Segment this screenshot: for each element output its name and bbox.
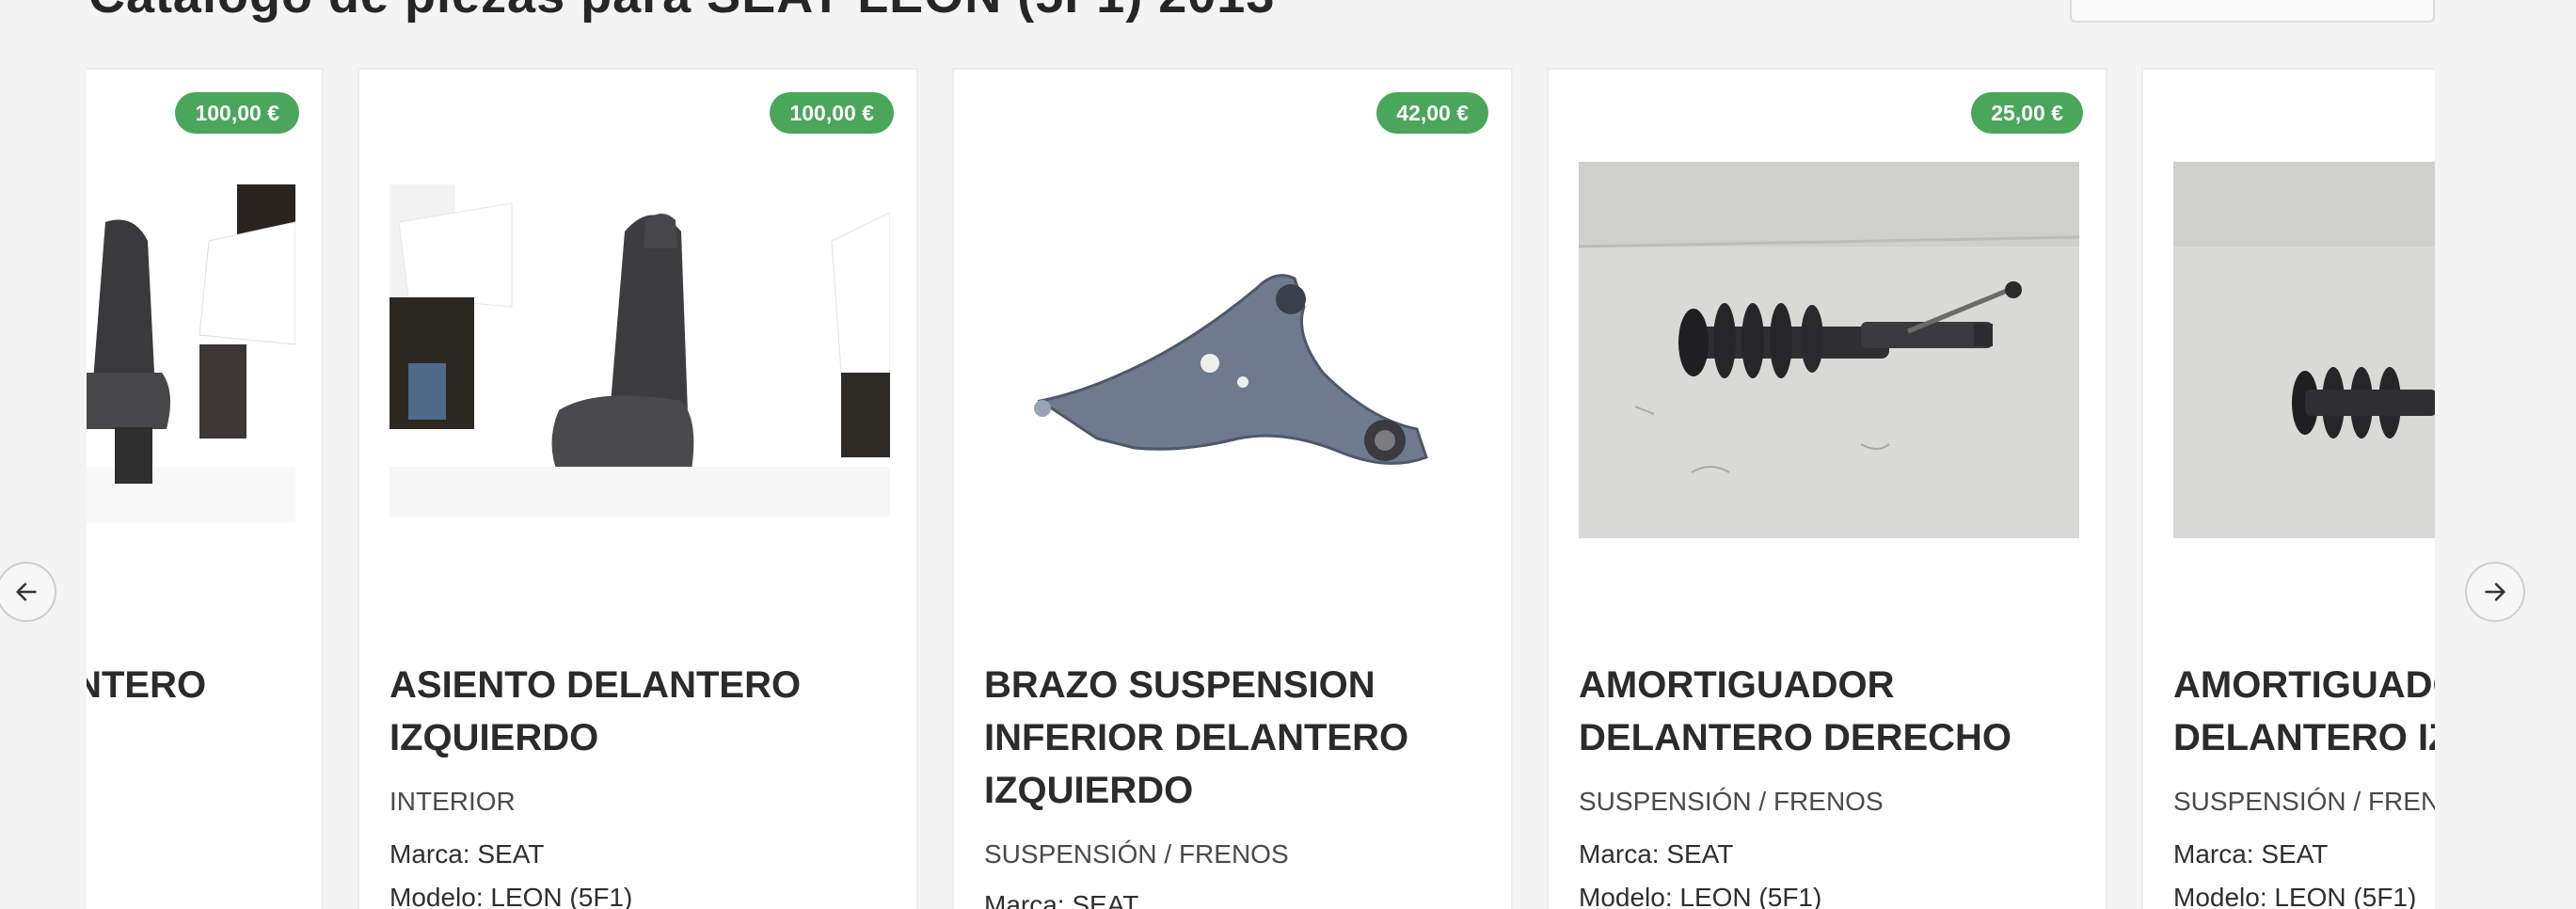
product-card[interactable]: 42,00 € BRAZO SUSPENSION INFERIOR DELANT… bbox=[952, 68, 1513, 909]
brand-label: Marca: bbox=[390, 839, 470, 869]
brand-value: SEAT bbox=[1666, 839, 1734, 869]
product-image[interactable] bbox=[1579, 162, 2079, 538]
sort-select[interactable] bbox=[2070, 0, 2435, 23]
model-label: Modelo: bbox=[1579, 883, 1673, 909]
brand-value: SEAT bbox=[2261, 839, 2329, 869]
price-badge: 100,00 € bbox=[175, 92, 299, 134]
product-title[interactable]: Asiento delantero derecho bbox=[87, 659, 303, 764]
arrow-left-icon bbox=[16, 582, 37, 601]
product-brand: Marca: SEAT bbox=[390, 839, 544, 869]
model-value: LEON (5F1) bbox=[490, 883, 633, 909]
model-value: LEON (5F1) bbox=[2274, 883, 2417, 909]
brand-value: SEAT bbox=[1072, 890, 1139, 909]
product-title[interactable]: ASIENTO DELANTERO IZQUIERDO bbox=[390, 659, 898, 764]
product-category: INTERIOR bbox=[390, 787, 516, 816]
carousel-next-button[interactable] bbox=[2465, 562, 2525, 622]
product-title[interactable]: BRAZO SUSPENSION INFERIOR DELANTERO IZQU… bbox=[984, 659, 1492, 817]
model-label: Modelo: bbox=[390, 883, 484, 909]
product-brand: Marca: SEAT bbox=[2173, 839, 2328, 869]
brand-label: Marca: bbox=[1579, 839, 1660, 869]
product-brand: Marca: SEAT bbox=[984, 890, 1138, 909]
product-model: Modelo: LEON (5F1) bbox=[390, 883, 632, 909]
product-model: Modelo: LEON (5F1) bbox=[1579, 883, 1821, 909]
price-badge: 100,00 € bbox=[770, 92, 894, 134]
arrow-right-icon bbox=[2485, 582, 2505, 601]
product-image[interactable] bbox=[984, 184, 1485, 589]
product-image[interactable] bbox=[87, 184, 295, 523]
product-card[interactable]: 100,00 € Asiento delantero derecho bbox=[87, 68, 324, 909]
model-label: Modelo: bbox=[2173, 883, 2267, 909]
price-badge: 42,00 € bbox=[1376, 92, 1488, 134]
price-badge: 25,00 € bbox=[1971, 92, 2083, 134]
product-title[interactable]: AMORTIGUADOR DELANTERO IZQUIERDO bbox=[2173, 659, 2435, 764]
product-image[interactable] bbox=[390, 184, 890, 518]
product-card[interactable]: 25,00 € AMORTIGUADOR DELANTERO DERECHO S… bbox=[1547, 68, 2107, 909]
brand-value: SEAT bbox=[477, 839, 545, 869]
product-category: SUSPENSIÓN / FRENOS bbox=[1579, 787, 1884, 816]
catalog-page: Catálogo de piezas para SEAT LEON (5F1) … bbox=[0, 0, 2576, 909]
product-model: Modelo: LEON (5F1) bbox=[2173, 883, 2416, 909]
product-carousel: 100,00 € Asiento delantero derecho 100,0… bbox=[87, 68, 2435, 909]
product-image[interactable] bbox=[2173, 162, 2435, 538]
product-card[interactable]: AMORTIGUADOR DELANTERO IZQUIERDO SUSPENS… bbox=[2141, 68, 2435, 909]
product-brand: Marca: SEAT bbox=[1579, 839, 1733, 869]
carousel-prev-button[interactable] bbox=[0, 562, 56, 622]
product-category: SUSPENSIÓN / FRENOS bbox=[2173, 787, 2435, 816]
product-title[interactable]: AMORTIGUADOR DELANTERO DERECHO bbox=[1579, 659, 2087, 764]
product-card[interactable]: 100,00 € ASIENTO DELANTERO IZQUIERDO INT… bbox=[358, 68, 918, 909]
product-category: SUSPENSIÓN / FRENOS bbox=[984, 839, 1289, 869]
model-value: LEON (5F1) bbox=[1679, 883, 1822, 909]
brand-label: Marca: bbox=[2173, 839, 2254, 869]
page-heading: Catálogo de piezas para SEAT LEON (5F1) … bbox=[88, 0, 1275, 24]
brand-label: Marca: bbox=[984, 890, 1065, 909]
